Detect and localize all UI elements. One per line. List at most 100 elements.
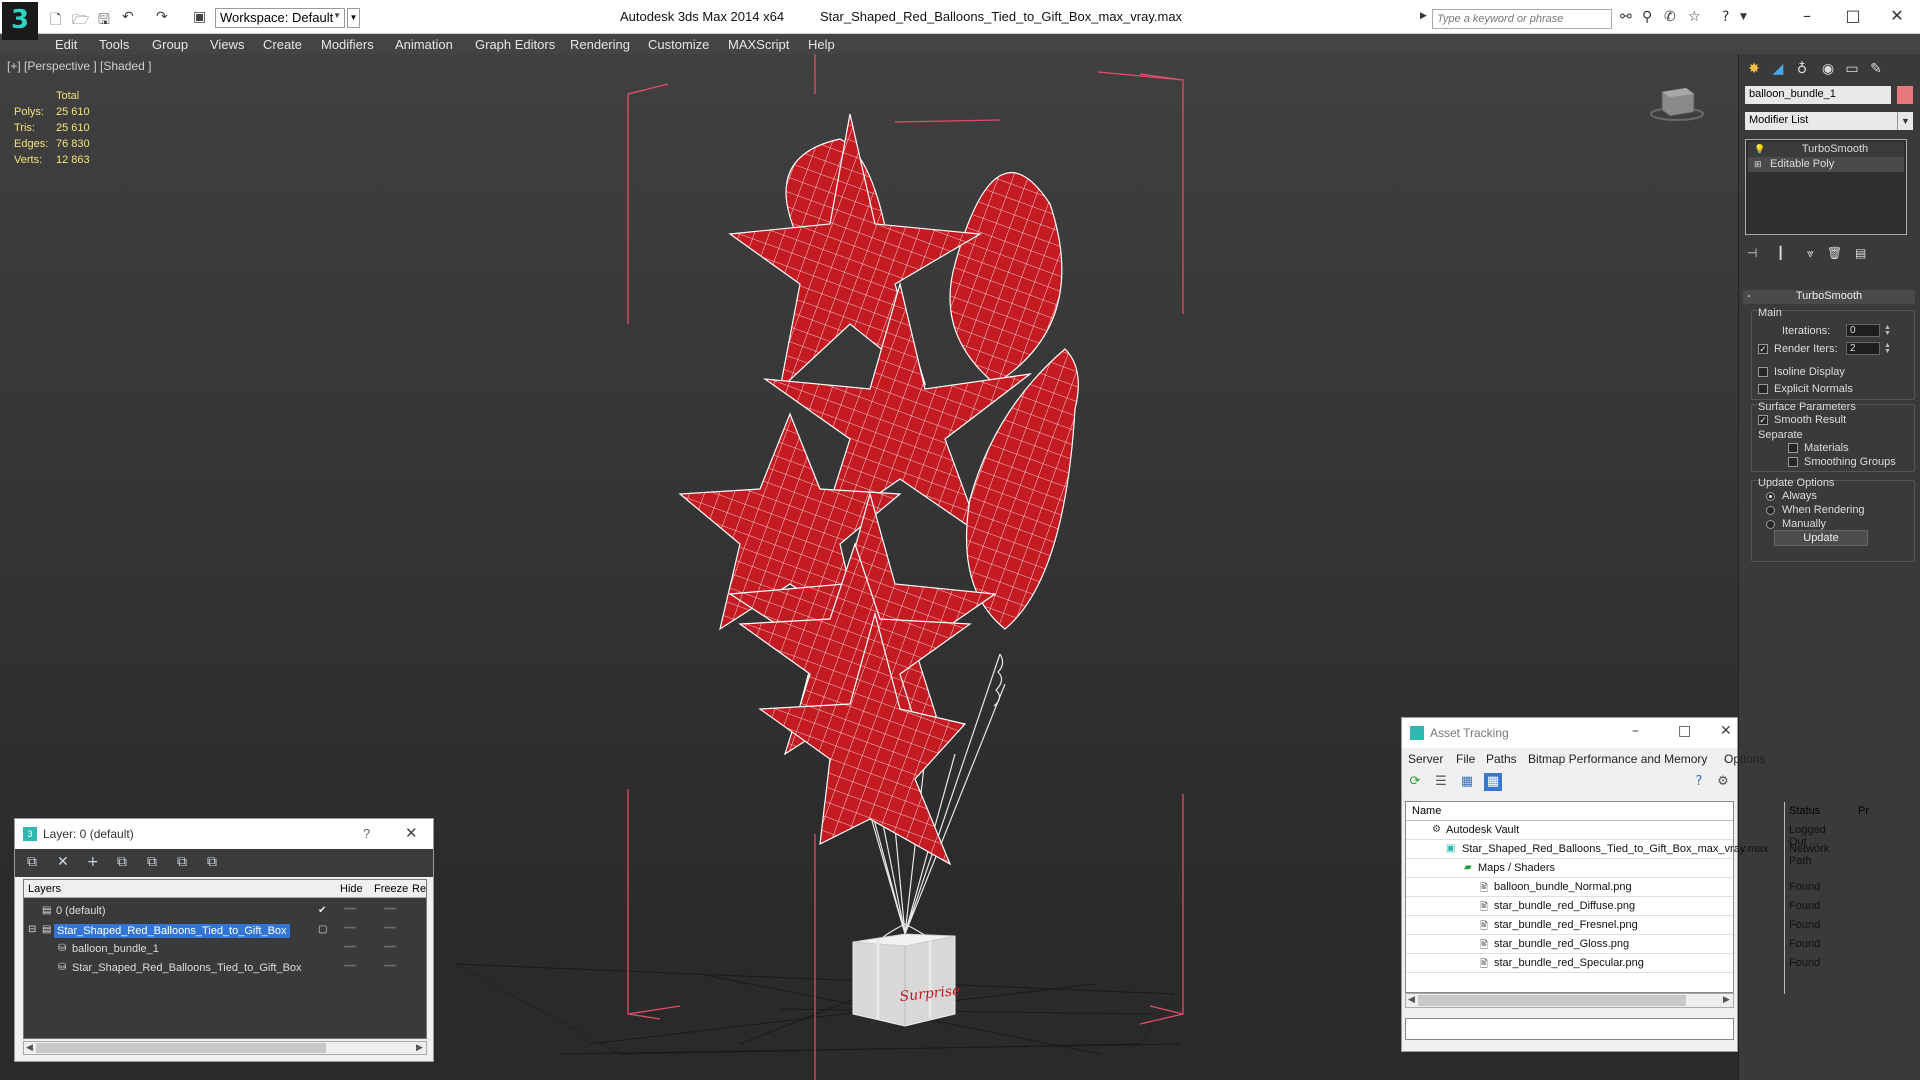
menu-file[interactable]: File (1456, 752, 1475, 766)
hide-toggle[interactable]: ┉┉ (344, 942, 356, 953)
asset-row[interactable]: ⚙ Autodesk Vault Logged Out ... (1406, 821, 1826, 848)
render-iters-checkbox[interactable]: ✓ (1758, 344, 1768, 354)
help-icon[interactable]: ? (363, 826, 370, 841)
column-hide[interactable]: Hide (340, 883, 363, 895)
explicit-normals-checkbox[interactable] (1758, 384, 1768, 394)
scroll-right-icon[interactable]: ▶ (1723, 994, 1730, 1005)
thumbnail-view-icon[interactable]: ▦ (1458, 773, 1476, 791)
communication-icon[interactable]: ✆ (1664, 9, 1676, 25)
render-iters-spinner[interactable]: 2 (1846, 342, 1880, 355)
column-name[interactable]: Name (1412, 805, 1441, 817)
smooth-result-checkbox[interactable]: ✓ (1758, 415, 1768, 425)
workspace-menu-button[interactable]: ▼ (347, 8, 360, 28)
menu-customize[interactable]: Customize (648, 37, 709, 52)
search-icon[interactable]: ⚲ (1642, 9, 1652, 25)
hide-toggle[interactable]: ┉┉ (344, 923, 356, 934)
highlight-layer-icon[interactable]: ⧉ (147, 854, 157, 870)
menu-create[interactable]: Create (263, 37, 302, 52)
menu-group[interactable]: Group (152, 37, 188, 52)
close-icon[interactable]: ✕ (405, 824, 418, 842)
create-tab-icon[interactable]: ✸ (1743, 58, 1765, 80)
object-name-field[interactable]: balloon_bundle_1 (1745, 86, 1891, 104)
remove-modifier-icon[interactable]: 🗑 (1827, 246, 1842, 260)
collapse-icon[interactable]: ⊟ (28, 924, 36, 935)
asset-horizontal-scrollbar[interactable]: ◀ ▶ (1405, 993, 1734, 1008)
redo-icon[interactable]: ↷ (156, 9, 168, 25)
make-unique-icon[interactable]: ⩔ (1807, 246, 1814, 261)
undo-icon[interactable]: ↶ (122, 9, 134, 25)
asset-row[interactable]: 🖹 balloon_bundle_Normal.png Found (1406, 878, 1820, 897)
menu-animation[interactable]: Animation (395, 37, 453, 52)
hierarchy-tab-icon[interactable]: ♁ (1791, 58, 1813, 80)
scroll-thumb[interactable] (36, 1043, 326, 1053)
menu-bitmap-performance[interactable]: Bitmap Performance and Memory (1528, 752, 1707, 766)
hide-toggle[interactable]: ┉┉ (344, 961, 356, 972)
lightbulb-icon[interactable]: 💡 (1754, 144, 1765, 155)
column-proxy[interactable]: Pr (1858, 805, 1869, 817)
menu-tools[interactable]: Tools (99, 37, 129, 52)
menu-options[interactable]: Options (1724, 752, 1765, 766)
menu-views[interactable]: Views (210, 37, 244, 52)
project-icon[interactable]: ▣ (193, 9, 206, 25)
chevron-down-icon[interactable]: ▼ (1897, 112, 1913, 130)
scroll-left-icon[interactable]: ◀ (26, 1042, 33, 1053)
open-icon[interactable]: 🗁 (72, 9, 89, 33)
freeze-toggle[interactable]: ┉┉ (384, 904, 396, 915)
display-tab-icon[interactable]: ▭ (1841, 58, 1863, 80)
list-view-icon[interactable]: ☰ (1432, 773, 1450, 791)
asset-row[interactable]: ▣ Star_Shaped_Red_Balloons_Tied_to_Gift_… (1406, 840, 1829, 867)
stack-item-turbosmooth[interactable]: 💡 TurboSmooth (1748, 142, 1904, 157)
maximize-icon[interactable]: □ (1678, 723, 1691, 739)
show-end-result-icon[interactable]: ┃ (1777, 246, 1784, 260)
asset-row[interactable]: ▰ Maps / Shaders (1406, 859, 1733, 878)
layer-horizontal-scrollbar[interactable]: ◀ ▶ (23, 1041, 427, 1055)
set-active-icon[interactable]: ▢ (318, 924, 327, 935)
table-view-icon[interactable]: ▦ (1484, 773, 1502, 791)
column-divider[interactable] (1784, 802, 1785, 994)
menu-graph-editors[interactable]: Graph Editors (475, 37, 555, 52)
hide-toggle[interactable]: ┉┉ (344, 904, 356, 915)
layer-row[interactable]: ⛁ Star_Shaped_Red_Balloons_Tied_to_Gift_… (24, 959, 426, 978)
column-layers[interactable]: Layers (28, 883, 61, 895)
minimize-icon[interactable]: – (1632, 723, 1639, 739)
delete-layer-icon[interactable]: ✕ (57, 854, 69, 870)
app-logo-icon[interactable]: 3 (2, 2, 38, 40)
configure-sets-icon[interactable]: ▤ (1855, 246, 1866, 260)
layer-row[interactable]: ▤ 0 (default) ✔ ┉┉ ┉┉ (24, 902, 426, 921)
search-input[interactable]: Type a keyword or phrase (1432, 9, 1612, 29)
isoline-display-checkbox[interactable] (1758, 367, 1768, 377)
always-radio[interactable] (1766, 492, 1775, 501)
select-objects-icon[interactable]: ⧉ (117, 854, 127, 870)
help-icon[interactable]: ? (1722, 9, 1729, 25)
close-icon[interactable]: ✕ (1720, 723, 1732, 739)
update-button[interactable]: Update (1774, 530, 1868, 546)
layer-row[interactable]: ⊟ ▤ Star_Shaped_Red_Balloons_Tied_to_Gif… (24, 921, 426, 940)
utilities-tab-icon[interactable]: ✎ (1865, 58, 1887, 80)
collapse-icon[interactable]: - (1747, 290, 1751, 302)
hide-all-icon[interactable]: ⧉ (177, 854, 187, 870)
scroll-left-icon[interactable]: ◀ (1408, 994, 1415, 1005)
viewcube-icon[interactable] (1650, 82, 1704, 122)
save-icon[interactable]: 🖫 (98, 9, 110, 33)
asset-window-titlebar[interactable]: Asset Tracking – □ ✕ (1402, 718, 1737, 748)
asset-row[interactable]: 🖹 star_bundle_red_Gloss.png Found (1406, 935, 1820, 954)
pin-stack-icon[interactable]: ⊣ (1747, 246, 1757, 260)
modifier-list-dropdown[interactable]: Modifier List (1745, 112, 1907, 130)
motion-tab-icon[interactable]: ◉ (1817, 58, 1839, 80)
new-icon[interactable]: 🗋 (50, 9, 61, 33)
binoculars-icon[interactable]: ⚯ (1620, 9, 1632, 25)
menu-modifiers[interactable]: Modifiers (321, 37, 374, 52)
asset-row[interactable]: 🖹 star_bundle_red_Specular.png Found (1406, 954, 1820, 973)
viewport-label[interactable]: [+] [Perspective ] [Shaded ] (7, 59, 151, 73)
freeze-toggle[interactable]: ┉┉ (384, 942, 396, 953)
freeze-toggle[interactable]: ┉┉ (384, 961, 396, 972)
menu-help[interactable]: Help (808, 37, 835, 52)
asset-row[interactable]: 🖹 star_bundle_red_Fresnel.png Found (1406, 916, 1820, 935)
scroll-thumb[interactable] (1418, 995, 1686, 1006)
spinner-arrows-icon[interactable]: ▲ ▼ (1884, 342, 1891, 355)
layer-window-titlebar[interactable]: 3 Layer: 0 (default) ? ✕ (15, 819, 433, 849)
maximize-icon[interactable]: □ (1830, 3, 1876, 29)
help-icon[interactable]: ? (1690, 773, 1708, 791)
add-to-layer-icon[interactable]: + (87, 854, 99, 870)
freeze-toggle[interactable]: ┉┉ (384, 923, 396, 934)
